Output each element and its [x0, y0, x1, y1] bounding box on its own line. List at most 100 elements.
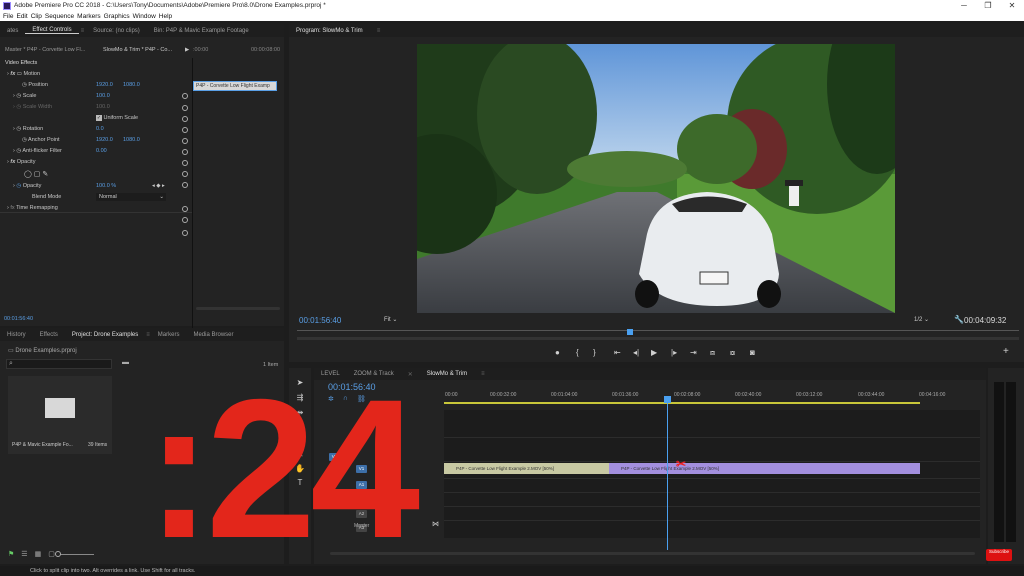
master-arrow-icon[interactable]: ⋈ — [432, 520, 439, 528]
program-video-frame[interactable] — [417, 44, 895, 313]
rotation-value[interactable]: 0.0 — [96, 126, 104, 132]
program-playhead[interactable] — [627, 329, 633, 335]
sequence-clip-dropdown[interactable]: SlowMo & Trim * P4P - Co... — [103, 47, 172, 53]
keyframe-nav-icon[interactable]: ◂ ◆ ▸ — [152, 183, 165, 189]
list-view-icon[interactable]: ☰ — [21, 550, 27, 558]
opacity-group-row[interactable]: › fx Opacity — [7, 159, 35, 165]
time-remap-row[interactable]: › fx Time Remapping — [7, 205, 58, 211]
menu-edit[interactable]: Edit — [16, 12, 27, 21]
opacity-label: Opacity — [22, 183, 42, 189]
position-x-value[interactable]: 1920.0 — [96, 82, 113, 88]
mark-out-icon[interactable]: } — [593, 348, 596, 357]
menu-window[interactable]: Window — [133, 12, 156, 21]
tab-ates[interactable]: ates — [0, 28, 25, 34]
reset-rotation-icon[interactable] — [182, 149, 188, 155]
play-icon[interactable]: ▶ — [651, 348, 657, 357]
play-only-icon[interactable]: ▶ — [185, 47, 189, 53]
position-y-value[interactable]: 1080.0 — [123, 82, 140, 88]
tab-history[interactable]: History — [0, 332, 33, 338]
work-area-bar[interactable] — [444, 402, 920, 404]
tab-source[interactable]: Source: (no clips) — [86, 28, 147, 34]
subscribe-badge[interactable]: Subscribe — [986, 549, 1012, 561]
anchor-y-value[interactable]: 1080.0 — [123, 137, 140, 143]
panel-divider — [192, 58, 193, 334]
tab-menu-icon[interactable]: ≡ — [474, 371, 492, 377]
tab-media-browser[interactable]: Media Browser — [186, 332, 240, 338]
freeform-view-icon[interactable]: ▢ — [48, 550, 55, 558]
menu-sequence[interactable]: Sequence — [45, 12, 74, 21]
close-button[interactable]: ✕ — [1000, 0, 1024, 12]
timeline-scrollbar[interactable] — [330, 552, 975, 555]
program-time-ruler[interactable] — [297, 330, 1019, 331]
tab-effect-controls[interactable]: Effect Controls — [25, 27, 79, 34]
resolution-select[interactable]: 1/2 ⌄ — [914, 316, 929, 323]
icon-view-icon[interactable]: ▦ — [35, 550, 42, 558]
reset-motion-icon[interactable] — [182, 93, 188, 99]
reset-opacity-icon[interactable] — [182, 182, 188, 188]
tab-program[interactable]: Program: SlowMo & Trim — [289, 28, 370, 34]
playhead-handle[interactable] — [664, 396, 671, 403]
go-to-out-icon[interactable]: ⇥ — [690, 348, 697, 357]
maximize-button[interactable]: ❐ — [976, 0, 1000, 12]
project-search-input[interactable]: ⌕ — [6, 359, 112, 369]
premiere-app-icon — [3, 2, 11, 10]
uniform-scale-row[interactable]: ✓ Uniform Scale — [96, 115, 138, 121]
motion-row[interactable]: › fx ▭ Motion — [7, 71, 40, 77]
menu-bar: File Edit Clip Sequence Markers Graphics… — [0, 12, 1024, 21]
mask-shape-tools[interactable]: ◯ ▢ ✎ — [24, 170, 48, 178]
tab-menu-icon[interactable]: ≡ — [79, 28, 87, 34]
zoom-select[interactable]: Fit ⌄ — [384, 316, 397, 323]
step-back-icon[interactable]: ◂| — [633, 348, 639, 357]
effect-controls-timecode[interactable]: 00:01:56:40 — [4, 316, 33, 322]
program-zoom-bar[interactable] — [297, 337, 1019, 340]
minimize-button[interactable]: ─ — [952, 0, 976, 12]
reset-flicker-icon[interactable] — [182, 171, 188, 177]
reset-blend-icon[interactable] — [182, 217, 188, 223]
blend-mode-select[interactable]: Normal ⌄ — [96, 193, 166, 201]
program-playhead-timecode[interactable]: 00:01:56:40 — [299, 316, 341, 325]
scale-value[interactable]: 100.0 — [96, 93, 110, 99]
tab-markers[interactable]: Markers — [151, 332, 187, 338]
reset-scale-width-icon[interactable] — [182, 127, 188, 133]
reset-opacity-value-icon[interactable] — [182, 206, 188, 212]
slider-handle[interactable] — [55, 551, 61, 557]
menu-help[interactable]: Help — [159, 12, 172, 21]
flicker-value[interactable]: 0.00 — [96, 148, 107, 154]
tab-menu-icon[interactable]: ≡ — [370, 28, 388, 34]
anchor-x-value[interactable]: 1920.0 — [96, 137, 113, 143]
reset-position-icon[interactable] — [182, 105, 188, 111]
wrench-icon[interactable]: 🔧 — [954, 315, 964, 324]
menu-graphics[interactable]: Graphics — [104, 12, 130, 21]
tab-project[interactable]: Project: Drone Examples — [65, 332, 145, 338]
go-to-in-icon[interactable]: ⇤ — [614, 348, 621, 357]
new-bin-icon[interactable]: ▬ — [122, 359, 129, 366]
lock-icon[interactable]: ⚑ — [8, 550, 14, 558]
mark-in-icon[interactable]: { — [576, 348, 579, 357]
reset-remap-icon[interactable] — [182, 230, 188, 236]
extract-icon[interactable]: ⧇ — [730, 348, 735, 358]
master-clip-dropdown[interactable]: Master * P4P - Corvette Low Fl... — [5, 47, 85, 53]
track-area[interactable] — [444, 410, 980, 538]
tab-slowmo-trim[interactable]: SlowMo & Trim — [420, 371, 474, 377]
opacity-value[interactable]: 100.0 % — [96, 183, 116, 189]
add-button-icon[interactable]: + — [1003, 346, 1009, 357]
mini-timeline-scrollbar[interactable] — [196, 307, 280, 310]
thumbnail-size-slider[interactable] — [56, 554, 94, 555]
lift-icon[interactable]: ⧈ — [710, 348, 715, 358]
tab-bin[interactable]: Bin: P4P & Mavic Example Footage — [147, 28, 256, 34]
menu-file[interactable]: File — [3, 12, 13, 21]
tab-effects[interactable]: Effects — [33, 332, 65, 338]
bin-thumbnail[interactable]: P4P & Mavic Example Fo... 39 Items — [8, 376, 112, 454]
timeline-clip-2[interactable]: P4P - Corvette Low Flight Example 2.MOV … — [609, 463, 920, 474]
reset-uniform-icon[interactable] — [182, 138, 188, 144]
reset-scale-icon[interactable] — [182, 116, 188, 122]
add-marker-icon[interactable]: ● — [555, 348, 560, 357]
mini-timeline-clip[interactable]: P4P - Corvette Low Flight Examp — [193, 81, 277, 91]
menu-markers[interactable]: Markers — [77, 12, 100, 21]
timeline-clip-1[interactable]: P4P - Corvette Low Flight Example 2.MOV … — [444, 463, 609, 474]
timeline-playhead[interactable] — [667, 398, 668, 550]
step-forward-icon[interactable]: |▸ — [671, 348, 677, 357]
export-frame-icon[interactable]: ◙ — [750, 348, 755, 357]
reset-anchor-icon[interactable] — [182, 160, 188, 166]
menu-clip[interactable]: Clip — [31, 12, 42, 21]
